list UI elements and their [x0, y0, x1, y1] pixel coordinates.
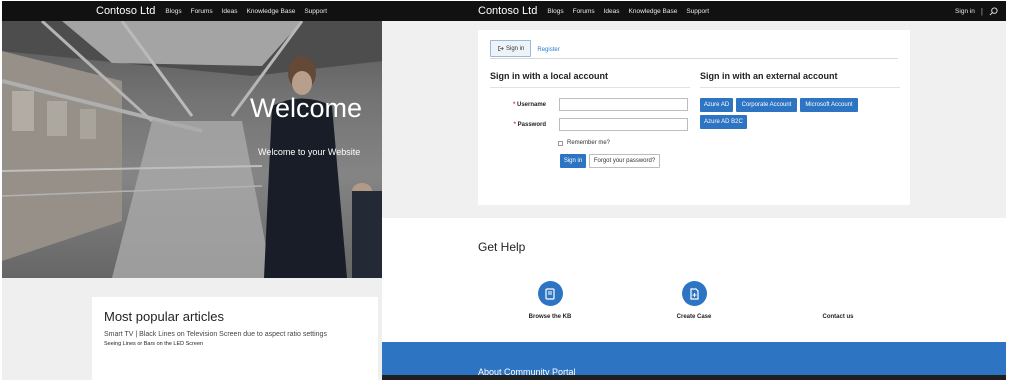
corporate-account-button[interactable]: Corporate Account [736, 98, 797, 112]
book-icon[interactable] [537, 281, 563, 306]
brand-logo[interactable]: Contoso Ltd [478, 5, 537, 17]
microsoft-account-button[interactable]: Microsoft Account [800, 98, 858, 112]
create-case-item[interactable]: Create Case [654, 281, 734, 320]
remember-me-row: Remember me? [558, 140, 610, 146]
create-case-icon-glyph [689, 287, 699, 300]
create-case-icon[interactable] [681, 281, 707, 306]
password-label: * Password [486, 122, 546, 128]
auth-tabs: Sign in Register [490, 40, 566, 57]
brand-logo[interactable]: Contoso Ltd [96, 5, 155, 17]
required-marker: * [512, 102, 516, 108]
popular-articles-card: Most popular articles Smart TV | Black L… [92, 297, 378, 380]
get-help-section: Get Help Browse the KB Create Case Conta… [382, 218, 1006, 342]
forgot-password-button[interactable]: Forgot your password? [589, 154, 660, 168]
book-icon-glyph [544, 287, 555, 300]
screenshot-root: Contoso Ltd Blogs Forums Ideas Knowledge… [0, 0, 1024, 380]
nav-link-knowledge-base[interactable]: Knowledge Base [629, 8, 678, 15]
search-icon[interactable] [989, 6, 998, 16]
article-link[interactable]: Seeing Lines or Bars on the LED Screen [104, 341, 366, 347]
popular-articles-heading: Most popular articles [104, 309, 224, 324]
page-margin [1006, 0, 1024, 380]
sign-in-icon [498, 46, 504, 51]
nav-link-blogs[interactable]: Blogs [165, 8, 181, 15]
bottom-edge [382, 375, 1006, 380]
nav-sign-in-link[interactable]: Sign in [955, 8, 975, 15]
local-heading-divider [490, 87, 690, 88]
local-account-heading: Sign in with a local account [490, 71, 609, 81]
contact-us-icon [826, 281, 851, 306]
nav-link-knowledge-base[interactable]: Knowledge Base [247, 8, 296, 15]
hero-banner: Welcome Welcome to your Website [2, 21, 382, 278]
tab-sign-in[interactable]: Sign in [490, 40, 532, 57]
tabs-divider [490, 58, 898, 59]
nav-link-blogs[interactable]: Blogs [547, 8, 563, 15]
contact-us-label[interactable]: Contact us [798, 314, 878, 320]
hero-subtitle: Welcome to your Website [258, 147, 361, 157]
navbar-right-group: Sign in | [955, 1, 998, 21]
username-label: * Username [486, 102, 546, 108]
azure-ad-b2c-button[interactable]: Azure AD B2C [700, 115, 747, 129]
sign-in-page-panel: Contoso Ltd Blogs Forums Ideas Knowledge… [382, 1, 1006, 380]
browse-kb-item[interactable]: Browse the KB [510, 281, 590, 320]
nav-link-ideas[interactable]: Ideas [222, 8, 238, 15]
top-navbar: Contoso Ltd Blogs Forums Ideas Knowledge… [382, 1, 1006, 21]
remember-me-label[interactable]: Remember me? [567, 140, 610, 146]
external-heading-divider [700, 87, 900, 88]
username-input[interactable] [559, 98, 688, 111]
top-navbar: Contoso Ltd Blogs Forums Ideas Knowledge… [2, 1, 382, 21]
external-account-heading: Sign in with an external account [700, 71, 838, 81]
contact-us-item[interactable]: Contact us [798, 281, 878, 320]
home-page-panel: Contoso Ltd Blogs Forums Ideas Knowledge… [2, 1, 382, 380]
sign-in-card: Sign in Register Sign in with a local ac… [478, 30, 910, 205]
nav-separator: | [980, 6, 983, 16]
tab-register[interactable]: Register [531, 43, 565, 57]
password-input[interactable] [559, 118, 688, 131]
create-case-label[interactable]: Create Case [654, 314, 734, 320]
password-label-text: Password [517, 122, 546, 128]
sign-in-button[interactable]: Sign in [560, 154, 586, 168]
required-marker: * [513, 122, 516, 128]
get-help-title: Get Help [478, 240, 526, 254]
nav-link-ideas[interactable]: Ideas [604, 8, 620, 15]
nav-link-support[interactable]: Support [304, 8, 327, 15]
tab-sign-in-label: Sign in [506, 45, 525, 52]
article-link[interactable]: Smart TV | Black Lines on Television Scr… [104, 331, 366, 338]
username-label-text: Username [516, 102, 546, 108]
nav-link-forums[interactable]: Forums [573, 8, 595, 15]
azure-ad-button[interactable]: Azure AD [700, 98, 733, 112]
browse-kb-label[interactable]: Browse the KB [510, 314, 590, 320]
nav-link-support[interactable]: Support [686, 8, 709, 15]
hero-title: Welcome [250, 93, 363, 123]
nav-link-forums[interactable]: Forums [191, 8, 213, 15]
remember-me-checkbox[interactable] [558, 140, 563, 146]
